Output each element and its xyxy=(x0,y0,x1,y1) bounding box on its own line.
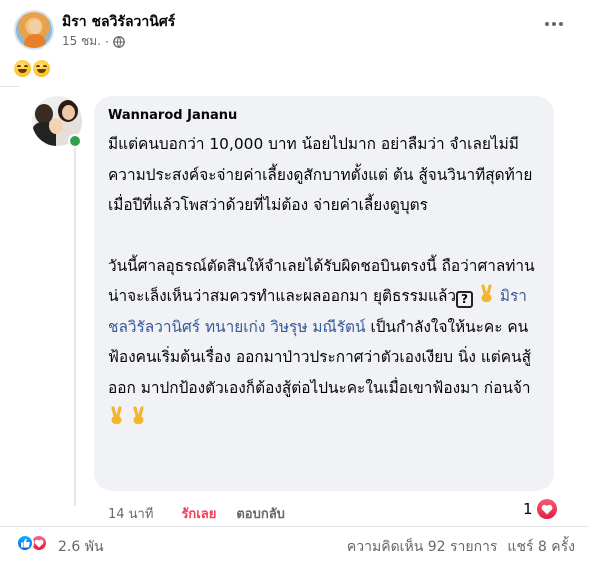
post-meta: 15 ชม. · xyxy=(62,32,125,51)
heart-icon xyxy=(536,499,557,519)
reaction-icons[interactable] xyxy=(16,534,48,552)
post-body xyxy=(14,60,50,77)
love-reaction-button[interactable]: รักเลย xyxy=(181,503,216,524)
post-stats: ความคิดเห็น 92 รายการ แชร์ 8 ครั้ง xyxy=(347,536,575,558)
grinning-face-icon xyxy=(14,60,31,77)
reaction-total[interactable]: 2.6 พัน xyxy=(58,536,104,558)
comments-count-link[interactable]: ความคิดเห็น 92 รายการ xyxy=(347,536,498,558)
grinning-face-icon xyxy=(33,60,50,77)
victory-hand-icon xyxy=(111,406,122,424)
question-box-icon: ? xyxy=(456,291,474,308)
online-status-dot xyxy=(68,134,82,148)
comment-reaction-number: 1 xyxy=(523,500,533,518)
post-footer: 2.6 พัน ความคิดเห็น 92 รายการ แชร์ 8 ครั… xyxy=(0,527,589,561)
comment-actions: 14 นาที รักเลย ตอบกลับ xyxy=(108,503,285,524)
globe-icon xyxy=(112,35,125,48)
victory-hand-icon xyxy=(481,284,492,302)
comment-text: มีแต่คนบอกว่า 10,000 บาท น้อยไปมาก อย่าล… xyxy=(108,129,540,434)
victory-hand-icon xyxy=(133,406,144,424)
comment-paragraph: มีแต่คนบอกว่า 10,000 บาท น้อยไปมาก อย่าล… xyxy=(108,135,533,214)
post-time[interactable]: 15 ชม. xyxy=(62,32,101,51)
comment-time[interactable]: 14 นาที xyxy=(108,503,153,524)
reply-button[interactable]: ตอบกลับ xyxy=(236,503,285,524)
comment-author-name[interactable]: Wannarod Jananu xyxy=(108,108,540,123)
shares-count-link[interactable]: แชร์ 8 ครั้ง xyxy=(507,536,575,558)
facebook-post: มิรา ชลวิรัลวานิศร์ 15 ชม. · Wannarod Ja… xyxy=(0,0,589,561)
like-icon xyxy=(16,534,34,552)
post-author-name[interactable]: มิรา ชลวิรัลวานิศร์ xyxy=(62,11,175,33)
post-author-avatar[interactable] xyxy=(14,10,54,50)
more-options-icon[interactable] xyxy=(540,14,568,34)
comment-reaction-count[interactable]: 1 xyxy=(521,498,559,520)
thread-line xyxy=(74,146,76,506)
comment-bubble: Wannarod Jananu มีแต่คนบอกว่า 10,000 บาท… xyxy=(94,96,554,491)
